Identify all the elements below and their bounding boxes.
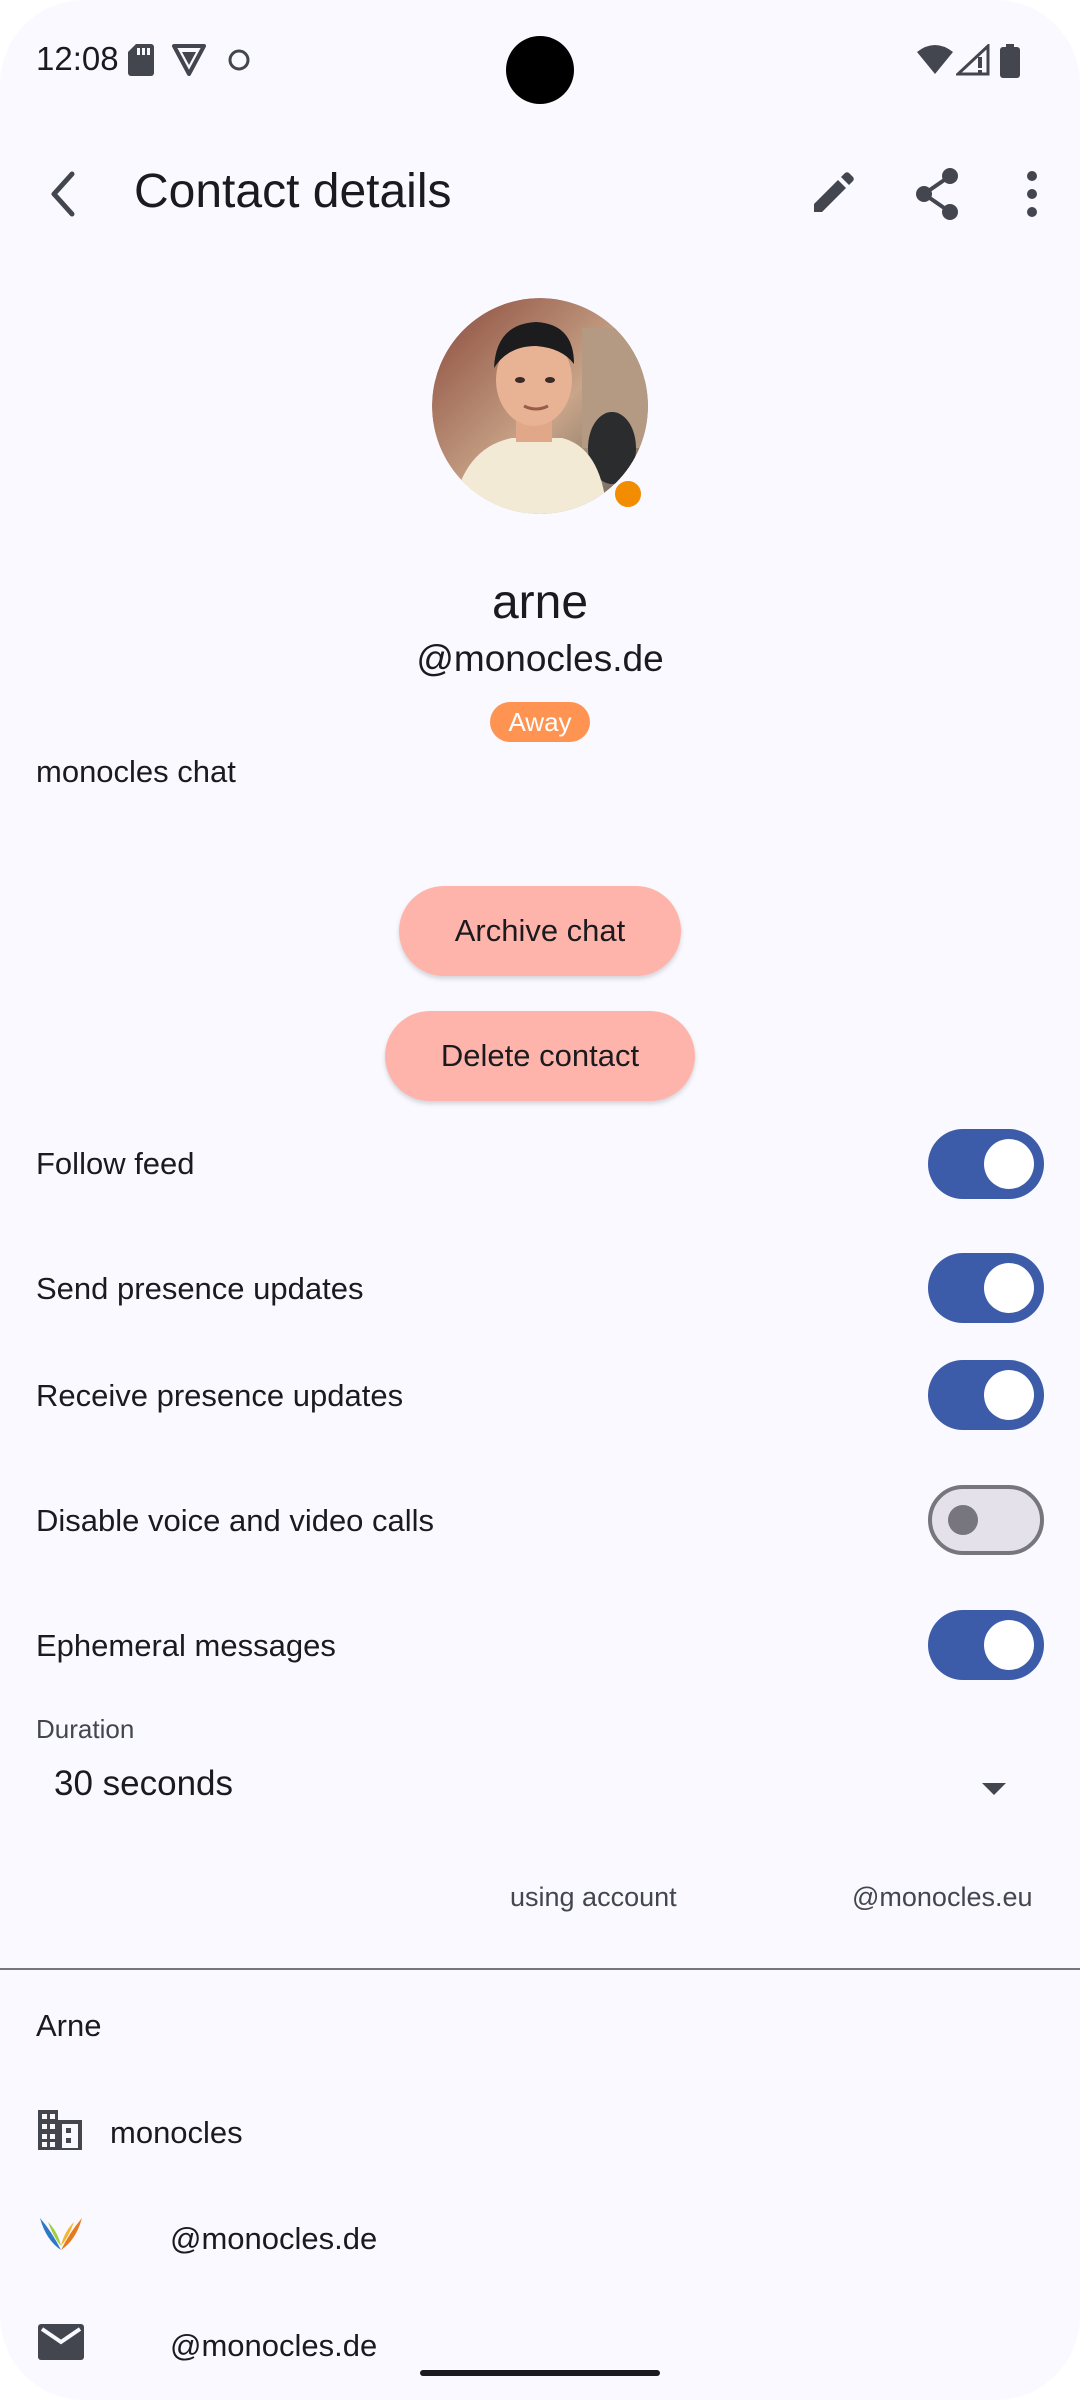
sd-card-icon [128, 44, 154, 76]
battery-icon [1000, 44, 1020, 78]
avatar [432, 298, 648, 514]
switch-thumb [948, 1505, 978, 1535]
receive-presence-label: Receive presence updates [36, 1378, 404, 1413]
full-name: Arne [36, 2008, 102, 2043]
status-time: 12:08 [36, 40, 119, 77]
building-icon [38, 2110, 82, 2150]
switch-thumb [984, 1620, 1034, 1670]
circle-icon [228, 49, 250, 71]
send-presence-switch[interactable] [928, 1253, 1044, 1323]
more-vert-icon[interactable] [1002, 164, 1062, 224]
screen: 12:08 Contact details arne @monocles.de … [0, 0, 1080, 2400]
camera-cutout [506, 36, 574, 104]
account-label: using account [510, 1882, 677, 1912]
delete-contact-button[interactable]: Delete contact [385, 1011, 695, 1101]
divider [0, 1968, 1080, 1970]
page-title: Contact details [134, 165, 452, 218]
switch-thumb [984, 1263, 1034, 1313]
contact-avatar[interactable] [432, 298, 648, 514]
switch-thumb [984, 1370, 1034, 1420]
account-value: @monocles.eu [852, 1882, 1033, 1912]
contact-name: arne [491, 576, 589, 629]
gesture-nav-handle[interactable] [420, 2370, 660, 2376]
wifi-icon [917, 45, 953, 74]
back-arrow-icon[interactable] [34, 164, 94, 224]
xmpp-address[interactable]: @monocles.de [170, 2221, 377, 2257]
email-address[interactable]: @monocles.de [170, 2328, 377, 2364]
status-badge: Away [490, 702, 590, 742]
signal-icon [956, 44, 990, 76]
client-name: monocles chat [36, 754, 236, 789]
dropdown-arrow-icon[interactable] [976, 1770, 1012, 1806]
send-presence-label: Send presence updates [36, 1271, 364, 1306]
share-icon[interactable] [908, 164, 968, 224]
ephemeral-messages-switch[interactable] [928, 1610, 1044, 1680]
presence-indicator [612, 478, 644, 510]
email-icon [38, 2324, 84, 2360]
organization: monocles [110, 2115, 243, 2150]
contact-jid[interactable]: @monocles.de [0, 638, 1080, 680]
app-bar: Contact details [0, 140, 1080, 250]
disable-calls-switch[interactable] [928, 1485, 1044, 1555]
disable-calls-label: Disable voice and video calls [36, 1503, 435, 1538]
edit-icon[interactable] [802, 164, 862, 224]
archive-chat-button[interactable]: Archive chat [399, 886, 681, 976]
follow-feed-label: Follow feed [36, 1146, 195, 1181]
duration-select[interactable]: 30 seconds [54, 1764, 233, 1804]
ephemeral-messages-label: Ephemeral messages [36, 1628, 336, 1663]
vpn-icon [172, 44, 206, 76]
receive-presence-switch[interactable] [928, 1360, 1044, 1430]
duration-label: Duration [36, 1714, 135, 1744]
status-bar: 12:08 [0, 0, 1080, 120]
xmpp-icon [40, 2218, 82, 2250]
switch-thumb [984, 1139, 1034, 1189]
follow-feed-switch[interactable] [928, 1129, 1044, 1199]
